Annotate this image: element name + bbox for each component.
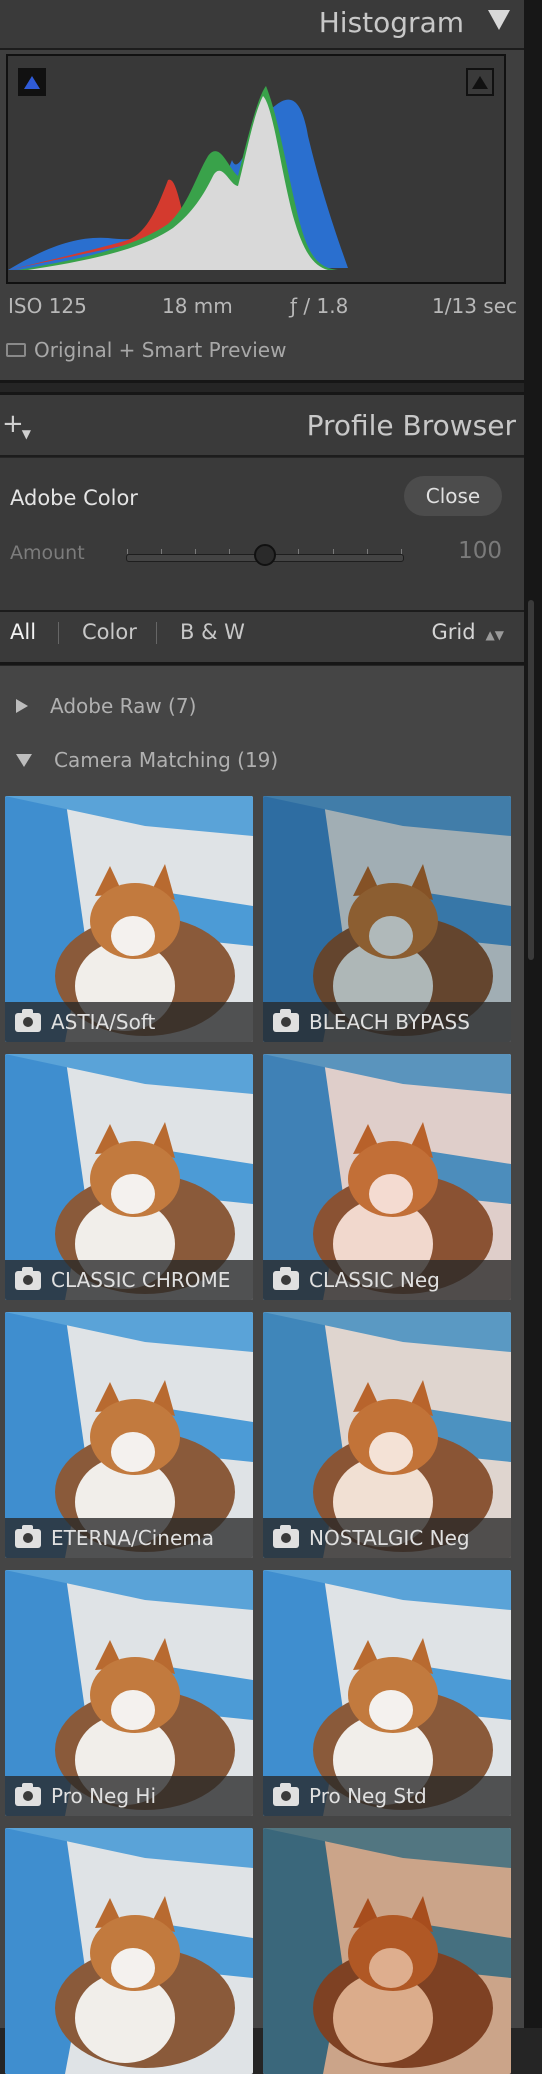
group-label: Adobe Raw (7) xyxy=(50,694,197,718)
disclosure-triangle-icon xyxy=(16,699,28,713)
group-adobe-raw[interactable]: Adobe Raw (7) xyxy=(16,694,196,718)
profile-thumbnail[interactable]: Pro Neg Hi xyxy=(5,1570,253,1816)
amount-label: Amount xyxy=(10,542,85,564)
profile-thumbnail[interactable]: Pro Neg Std xyxy=(263,1570,511,1816)
disclosure-triangle-icon xyxy=(16,753,32,767)
profile-label: NOSTALGIC Neg xyxy=(263,1518,511,1558)
shadow-clipping-indicator[interactable] xyxy=(18,68,46,96)
close-button[interactable]: Close xyxy=(404,476,502,516)
filter-bw[interactable]: B & W xyxy=(180,620,245,644)
profile-name: CLASSIC CHROME xyxy=(51,1268,231,1292)
profile-name: CLASSIC Neg xyxy=(309,1268,440,1292)
histogram-panel-header[interactable]: Histogram xyxy=(0,0,524,50)
profile-label: CLASSIC CHROME xyxy=(5,1260,253,1300)
profile-browser-header: +▼ Profile Browser xyxy=(0,392,524,457)
camera-icon xyxy=(273,1008,299,1032)
camera-icon xyxy=(273,1524,299,1548)
triangle-icon xyxy=(472,76,488,89)
profile-label: Pro Neg Hi xyxy=(5,1776,253,1816)
scrollbar-thumb[interactable] xyxy=(528,600,534,960)
scrollbar[interactable] xyxy=(524,0,542,2028)
profile-name: Pro Neg Hi xyxy=(51,1784,156,1808)
profile-name: ETERNA/Cinema xyxy=(51,1526,215,1550)
updown-chevron-icon: ▲▼ xyxy=(485,628,504,642)
profile-label: ASTIA/Soft xyxy=(5,1002,253,1042)
profile-thumbnail[interactable]: CLASSIC Neg xyxy=(263,1054,511,1300)
histogram-title: Histogram xyxy=(318,6,464,39)
shutter-readout: 1/13 sec xyxy=(432,294,517,318)
amount-value[interactable]: 100 xyxy=(458,538,502,564)
profile-label: CLASSIC Neg xyxy=(263,1260,511,1300)
view-mode-select[interactable]: Grid ▲▼ xyxy=(431,620,504,644)
profile-thumbnail[interactable]: CLASSIC CHROME xyxy=(5,1054,253,1300)
camera-icon xyxy=(273,1782,299,1806)
profile-name: BLEACH BYPASS xyxy=(309,1010,470,1034)
plus-icon[interactable]: +▼ xyxy=(2,409,33,441)
camera-icon xyxy=(15,1524,41,1548)
profile-thumbnail[interactable]: ETERNA/Cinema xyxy=(5,1312,253,1558)
camera-icon xyxy=(15,1266,41,1290)
cat-photo xyxy=(5,1828,253,2074)
cat-photo xyxy=(263,1828,511,2074)
group-camera-matching[interactable]: Camera Matching (19) xyxy=(16,748,278,772)
smart-preview-label: Original + Smart Preview xyxy=(34,338,287,362)
group-label: Camera Matching (19) xyxy=(54,748,279,772)
profile-browser-title: Profile Browser xyxy=(306,409,516,442)
profile-filter-bar: All Color B & W Grid ▲▼ xyxy=(0,612,524,665)
histogram-curve xyxy=(8,86,348,271)
current-profile-name: Adobe Color xyxy=(10,486,138,510)
profile-thumbnail[interactable]: BLEACH BYPASS xyxy=(263,796,511,1042)
histogram-graph[interactable] xyxy=(6,54,506,284)
profile-thumbnail[interactable] xyxy=(5,1828,253,2074)
preview-icon xyxy=(6,343,26,357)
collapse-triangle-icon[interactable] xyxy=(488,10,510,30)
triangle-icon xyxy=(24,76,40,89)
iso-readout: ISO 125 xyxy=(8,294,87,318)
camera-icon xyxy=(15,1782,41,1806)
histogram-panel: ISO 125 18 mm ƒ / 1.8 1/13 sec Original … xyxy=(0,50,524,383)
camera-icon xyxy=(273,1266,299,1290)
profile-thumbnail[interactable] xyxy=(263,1828,511,2074)
smart-preview-status[interactable]: Original + Smart Preview xyxy=(6,338,286,362)
profile-label: ETERNA/Cinema xyxy=(5,1518,253,1558)
profile-thumbnail[interactable]: NOSTALGIC Neg xyxy=(263,1312,511,1558)
filter-all[interactable]: All xyxy=(10,620,36,644)
profile-thumbnail[interactable]: ASTIA/Soft xyxy=(5,796,253,1042)
profile-name: NOSTALGIC Neg xyxy=(309,1526,470,1550)
profile-label: Pro Neg Std xyxy=(263,1776,511,1816)
view-mode-label: Grid xyxy=(431,620,476,644)
profile-list: Adobe Raw (7) Camera Matching (19) ASTIA… xyxy=(0,666,524,2074)
profile-name: Pro Neg Std xyxy=(309,1784,427,1808)
amount-slider-handle[interactable] xyxy=(254,544,276,566)
filter-color[interactable]: Color xyxy=(82,620,137,644)
profile-label: BLEACH BYPASS xyxy=(263,1002,511,1042)
aperture-readout: ƒ / 1.8 xyxy=(290,294,349,318)
profile-name: ASTIA/Soft xyxy=(51,1010,156,1034)
current-profile-section: Adobe Color Close Amount 100 xyxy=(0,458,524,612)
camera-icon xyxy=(15,1008,41,1032)
highlight-clipping-indicator[interactable] xyxy=(466,68,494,96)
focal-length-readout: 18 mm xyxy=(162,294,233,318)
